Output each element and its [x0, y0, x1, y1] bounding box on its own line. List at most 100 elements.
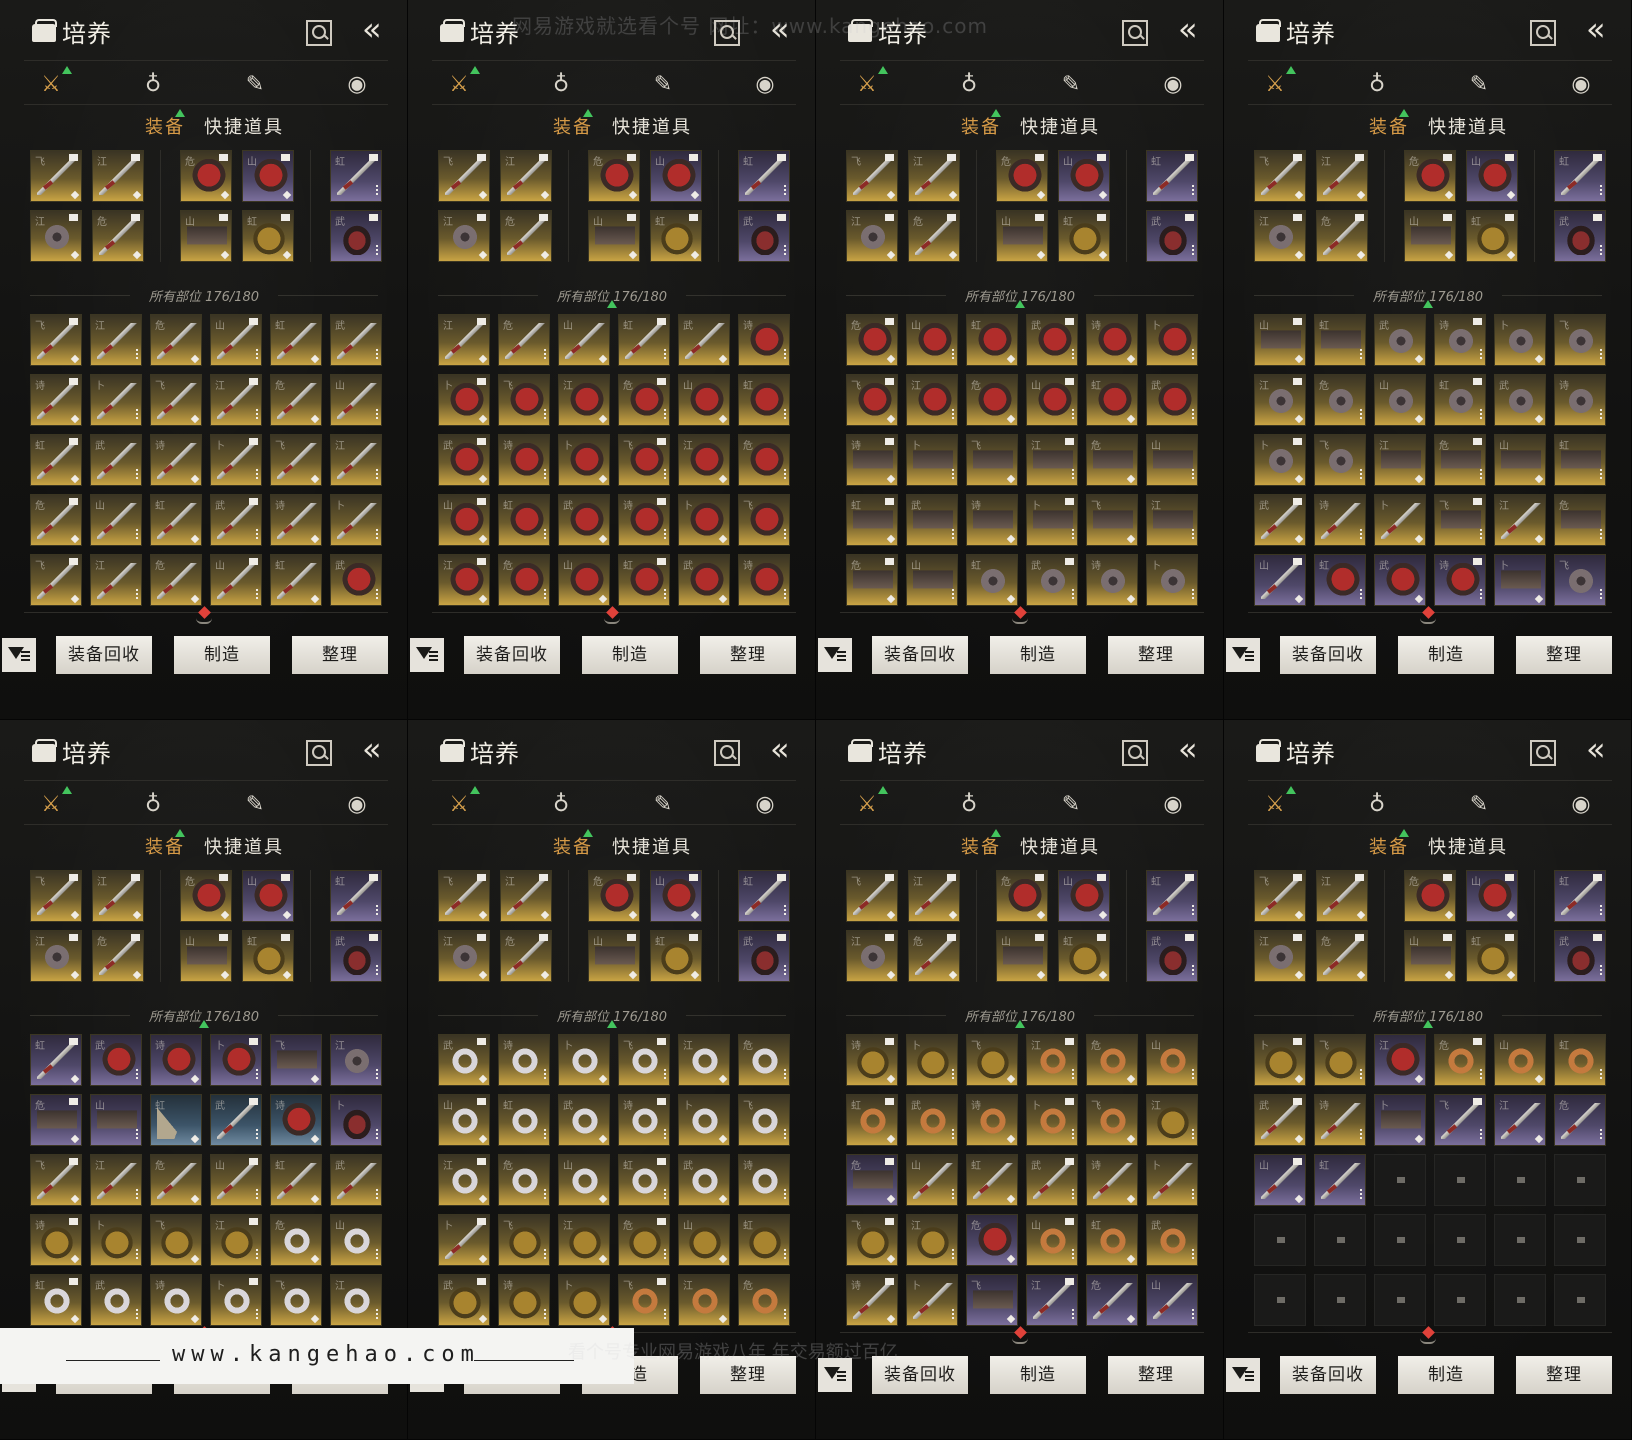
inventory-slot[interactable]: 江 [1026, 434, 1078, 486]
inventory-slot[interactable]: 虹 [150, 1094, 202, 1146]
equipped-slot[interactable]: 虹 [1466, 210, 1518, 262]
inventory-slot[interactable]: 虹 [846, 494, 898, 546]
inventory-slot[interactable]: 卜 [678, 494, 730, 546]
inventory-slot[interactable]: 江 [678, 1034, 730, 1086]
inventory-slot[interactable]: 诗 [1314, 494, 1366, 546]
inventory-slot[interactable]: 卜 [438, 1214, 490, 1266]
filter-icon[interactable] [2, 638, 36, 672]
equipped-slot[interactable]: 危 [92, 930, 144, 982]
inventory-slot[interactable]: 武 [330, 314, 382, 366]
inventory-slot[interactable]: 卜 [1494, 314, 1546, 366]
inventory-slot[interactable]: 飞 [1086, 494, 1138, 546]
back-arrow-icon[interactable]: « [1586, 10, 1606, 48]
inventory-slot[interactable]: 危 [270, 1214, 322, 1266]
crossed-swords-icon[interactable]: ⚔ [1260, 66, 1296, 100]
inventory-slot[interactable]: 武 [438, 1034, 490, 1086]
inventory-slot[interactable]: 危 [738, 434, 790, 486]
equipped-slot[interactable]: 危 [500, 930, 552, 982]
inventory-slot[interactable]: 山 [210, 554, 262, 606]
inventory-slot[interactable]: 山 [210, 314, 262, 366]
inventory-slot[interactable]: 危 [270, 374, 322, 426]
inventory-slot[interactable]: 武 [558, 494, 610, 546]
inventory-slot[interactable]: 诗 [150, 1274, 202, 1326]
inventory-slot[interactable]: 山 [1254, 314, 1306, 366]
inventory-slot[interactable]: 危 [1086, 1034, 1138, 1086]
equipped-slot[interactable]: 江 [908, 870, 960, 922]
inventory-slot[interactable]: 山 [438, 494, 490, 546]
inventory-slot[interactable]: 虹 [30, 1274, 82, 1326]
inventory-slot[interactable]: 危 [1086, 1274, 1138, 1326]
inventory-slot[interactable]: 飞 [150, 374, 202, 426]
equipped-slot[interactable]: 危 [908, 930, 960, 982]
inventory-slot[interactable] [1254, 1214, 1306, 1266]
inventory-slot[interactable]: 诗 [270, 494, 322, 546]
inventory-slot[interactable]: 江 [438, 554, 490, 606]
inventory-slot[interactable]: 诗 [30, 374, 82, 426]
equipped-slot[interactable]: 江 [1254, 930, 1306, 982]
inventory-slot[interactable]: 山 [90, 1094, 142, 1146]
inventory-slot[interactable]: 武 [330, 1154, 382, 1206]
inventory-slot[interactable]: 山 [906, 554, 958, 606]
search-icon[interactable] [1530, 20, 1556, 46]
equipped-slot[interactable]: 虹 [1058, 930, 1110, 982]
equipped-slot[interactable]: 武 [1554, 210, 1606, 262]
inventory-slot[interactable]: 江 [906, 1214, 958, 1266]
inventory-slot[interactable]: 山 [558, 554, 610, 606]
inventory-slot[interactable]: 危 [738, 1274, 790, 1326]
inventory-slot[interactable]: 诗 [1434, 554, 1486, 606]
inventory-slot[interactable]: 危 [498, 314, 550, 366]
equipped-slot[interactable]: 武 [1146, 930, 1198, 982]
equipped-slot[interactable]: 山 [180, 210, 232, 262]
equipped-slot[interactable]: 山 [1058, 870, 1110, 922]
filter-icon[interactable] [1226, 638, 1260, 672]
filter-icon[interactable] [410, 638, 444, 672]
inventory-slot[interactable]: 卜 [558, 1034, 610, 1086]
scroll-icon[interactable]: ✎ [240, 790, 270, 820]
scroll-icon[interactable]: ✎ [648, 70, 678, 100]
inventory-slot[interactable]: 危 [498, 1154, 550, 1206]
craft-button[interactable]: 制造 [582, 636, 678, 674]
cooking-pot-icon[interactable]: ◉ [1158, 70, 1188, 100]
search-icon[interactable] [1122, 20, 1148, 46]
recycle-button[interactable]: 装备回收 [1280, 1356, 1376, 1394]
inventory-slot[interactable]: 诗 [738, 1154, 790, 1206]
inventory-slot[interactable] [1434, 1274, 1486, 1326]
crossed-swords-icon[interactable]: ⚔ [444, 786, 480, 820]
pouch-icon[interactable]: ♁ [546, 70, 576, 100]
equipped-slot[interactable]: 危 [588, 150, 640, 202]
inventory-slot[interactable]: 危 [150, 1154, 202, 1206]
inventory-slot[interactable]: 山 [438, 1094, 490, 1146]
inventory-slot[interactable]: 武 [1146, 374, 1198, 426]
search-icon[interactable] [306, 20, 332, 46]
inventory-slot[interactable]: 虹 [270, 314, 322, 366]
inventory-slot[interactable]: 飞 [618, 1274, 670, 1326]
inventory-slot[interactable]: 飞 [966, 1274, 1018, 1326]
equipped-slot[interactable]: 武 [330, 210, 382, 262]
cooking-pot-icon[interactable]: ◉ [1158, 790, 1188, 820]
inventory-slot[interactable]: 江 [1026, 1034, 1078, 1086]
scroll-icon[interactable]: ✎ [1056, 790, 1086, 820]
inventory-slot[interactable]: 江 [678, 434, 730, 486]
inventory-slot[interactable]: 危 [30, 494, 82, 546]
crossed-swords-icon[interactable]: ⚔ [36, 786, 72, 820]
inventory-slot[interactable]: 江 [678, 1274, 730, 1326]
equipped-slot[interactable]: 山 [588, 210, 640, 262]
inventory-slot[interactable]: 武 [678, 314, 730, 366]
craft-button[interactable]: 制造 [1398, 636, 1494, 674]
inventory-slot[interactable]: 虹 [1314, 554, 1366, 606]
inventory-slot[interactable] [1314, 1274, 1366, 1326]
inventory-slot[interactable]: 飞 [618, 434, 670, 486]
inventory-slot[interactable] [1374, 1214, 1426, 1266]
inventory-slot[interactable]: 飞 [498, 1214, 550, 1266]
inventory-slot[interactable]: 虹 [498, 1094, 550, 1146]
inventory-slot[interactable]: 山 [1026, 1214, 1078, 1266]
pouch-icon[interactable]: ♁ [1362, 70, 1392, 100]
equipped-slot[interactable]: 江 [1316, 870, 1368, 922]
equipped-slot[interactable]: 飞 [438, 150, 490, 202]
inventory-slot[interactable]: 飞 [270, 1274, 322, 1326]
inventory-slot[interactable]: 飞 [618, 1034, 670, 1086]
inventory-slot[interactable]: 诗 [966, 1094, 1018, 1146]
equipped-slot[interactable]: 江 [846, 210, 898, 262]
pouch-icon[interactable]: ♁ [138, 70, 168, 100]
inventory-slot[interactable]: 山 [90, 494, 142, 546]
